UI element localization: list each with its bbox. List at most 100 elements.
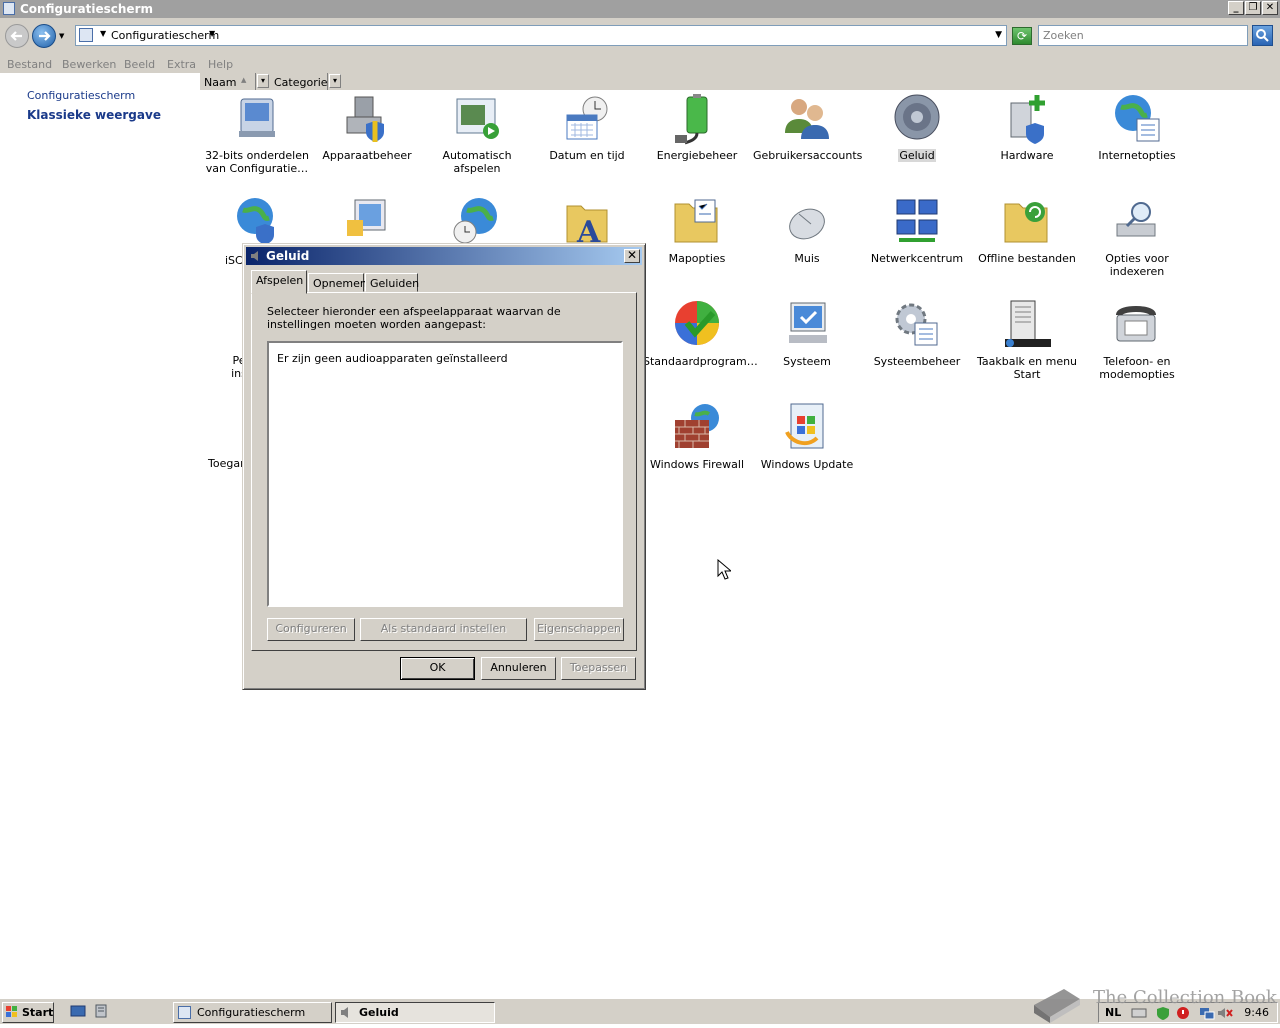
network-tray-icon[interactable] — [1199, 1006, 1215, 1020]
item-default-programs[interactable]: Standaardprogram… — [642, 299, 758, 368]
classic-view-link[interactable]: Klassieke weergave — [27, 108, 161, 122]
phone-modem-icon — [1111, 299, 1163, 351]
menu-extra[interactable]: Extra — [167, 58, 196, 71]
search-button[interactable] — [1252, 25, 1273, 46]
forward-arrow-icon — [39, 31, 51, 41]
item-firewall[interactable]: Windows Firewall — [642, 402, 752, 471]
dialog-close-button[interactable]: ✕ — [624, 249, 640, 263]
date-time-icon — [561, 93, 613, 145]
menu-bewerken[interactable]: Bewerken — [62, 58, 116, 71]
admin-tools-icon — [891, 299, 943, 351]
forward-button[interactable] — [32, 24, 56, 48]
menu-help[interactable]: Help — [208, 58, 233, 71]
show-desktop-icon[interactable] — [70, 1004, 86, 1018]
taskbar: Start Configuratiescherm Geluid NL 9:46 — [0, 998, 1280, 1024]
address-dropdown-icon[interactable]: ▼ — [995, 30, 1002, 40]
item-power[interactable]: Energiebeheer — [642, 93, 752, 162]
column-name-label: Naam — [204, 76, 237, 89]
menu-beeld[interactable]: Beeld — [124, 58, 155, 71]
address-path[interactable]: Configuratiescherm — [111, 29, 219, 42]
item-folder-options[interactable]: Mapopties — [642, 196, 752, 265]
back-arrow-icon — [10, 31, 22, 41]
breadcrumb-arrow-icon[interactable]: ▼ — [100, 29, 106, 38]
security-shield-icon[interactable] — [1155, 1006, 1171, 1020]
cancel-button[interactable]: Annuleren — [481, 657, 556, 680]
item-fonts[interactable]: A — [532, 196, 642, 250]
item-iscsi[interactable]: iSC — [202, 196, 312, 267]
ok-button[interactable]: OK — [400, 657, 475, 680]
server-manager-icon[interactable] — [94, 1004, 110, 1018]
tab-afspelen[interactable]: Afspelen — [251, 270, 307, 294]
item-offline-files[interactable]: Offline bestanden — [972, 196, 1082, 265]
item-date-time[interactable]: Datum en tijd — [532, 93, 642, 162]
internet-options-icon — [1111, 93, 1163, 145]
column-category-dropdown[interactable]: ▾ — [329, 74, 341, 88]
control-panel-home-link[interactable]: Configuratiescherm — [27, 89, 135, 102]
item-network[interactable]: Netwerkcentrum — [862, 196, 972, 265]
item-device-manager[interactable]: Apparaatbeheer — [312, 93, 422, 162]
iscsi-icon — [231, 196, 283, 248]
device-list[interactable]: Er zijn geen audioapparaten geïnstalleer… — [267, 341, 623, 607]
item-system[interactable]: Systeem — [752, 299, 862, 368]
display-icon — [341, 196, 393, 248]
taskbar-icon — [1001, 299, 1053, 351]
item-phone-modem[interactable]: Telefoon- en modemopties — [1082, 299, 1192, 381]
column-category[interactable]: Categorie — [270, 73, 328, 90]
warning-icon[interactable] — [1175, 1006, 1191, 1020]
windows-logo-icon — [6, 1006, 17, 1017]
refresh-button[interactable]: ⟳ — [1012, 27, 1032, 45]
book-logo-icon — [1034, 989, 1080, 1023]
item-hardware[interactable]: Hardware — [972, 93, 1082, 162]
regional-icon — [451, 196, 503, 248]
back-button[interactable] — [5, 24, 29, 48]
item-autoplay[interactable]: Automatisch afspelen — [422, 93, 532, 175]
address-field[interactable]: ▼ Configuratiescherm ▼ ▼ — [75, 25, 1007, 46]
tab-geluiden[interactable]: Geluiden — [365, 273, 419, 292]
item-32bit[interactable]: 32-bits onderdelen van Configuratie… — [202, 93, 312, 175]
speaker-icon — [251, 251, 258, 261]
control-panel-icon — [178, 1006, 191, 1019]
address-toolbar: ▼ ▼ Configuratiescherm ▼ ▼ ⟳ Zoeken — [0, 18, 1280, 55]
search-input[interactable]: Zoeken — [1038, 25, 1248, 46]
item-admin-tools[interactable]: Systeembeheer — [862, 299, 972, 368]
item-taskbar[interactable]: Taakbalk en menu Start — [972, 299, 1082, 381]
item-regional[interactable] — [422, 196, 532, 248]
start-button[interactable]: Start — [2, 1002, 54, 1023]
item-sound[interactable]: Geluid — [862, 93, 972, 162]
column-name[interactable]: Naam ▲ — [200, 73, 256, 90]
properties-button[interactable]: Eigenschappen — [534, 618, 624, 641]
hardware-icon — [1001, 93, 1053, 145]
history-dropdown-icon[interactable]: ▼ — [59, 32, 64, 40]
set-default-button[interactable]: Als standaard instellen — [360, 618, 527, 641]
item-user-accounts[interactable]: Gebruikersaccounts — [752, 93, 862, 162]
dialog-titlebar[interactable]: Geluid ✕ — [246, 247, 642, 265]
network-icon — [891, 196, 943, 248]
autoplay-icon — [451, 93, 503, 145]
item-display[interactable] — [312, 196, 422, 248]
menu-bar: Bestand Bewerken Beeld Extra Help — [0, 55, 1280, 73]
keyboard-icon[interactable] — [1131, 1006, 1147, 1020]
item-indexing[interactable]: Opties voor indexeren — [1082, 196, 1192, 278]
minimize-button[interactable]: _ — [1228, 1, 1244, 15]
search-icon — [1256, 29, 1269, 42]
column-name-dropdown[interactable]: ▾ — [257, 74, 269, 88]
close-button[interactable]: ✕ — [1262, 1, 1278, 15]
tab-panel: Selecteer hieronder een afspeelapparaat … — [251, 292, 637, 651]
item-mouse[interactable]: Muis — [752, 196, 862, 265]
tab-description: Selecteer hieronder een afspeelapparaat … — [267, 305, 561, 331]
item-windows-update[interactable]: Windows Update — [752, 402, 862, 471]
volume-muted-icon[interactable] — [1217, 1006, 1233, 1020]
task-sound[interactable]: Geluid — [335, 1002, 495, 1023]
fonts-icon: A — [561, 196, 613, 250]
indexing-icon — [1111, 196, 1163, 248]
configure-button[interactable]: Configureren — [267, 618, 355, 641]
restore-button[interactable]: ❐ — [1245, 1, 1261, 15]
apply-button[interactable]: Toepassen — [561, 657, 636, 680]
breadcrumb-dropdown-icon[interactable]: ▼ — [209, 29, 215, 38]
tab-opnemen[interactable]: Opnemen — [308, 273, 367, 292]
column-header: Naam ▲ ▾ Categorie ▾ — [200, 73, 1280, 90]
window-titlebar[interactable]: Configuratiescherm _ ❐ ✕ — [0, 0, 1280, 18]
menu-bestand[interactable]: Bestand — [7, 58, 52, 71]
item-internet-options[interactable]: Internetopties — [1082, 93, 1192, 162]
task-control-panel[interactable]: Configuratiescherm — [173, 1002, 332, 1023]
